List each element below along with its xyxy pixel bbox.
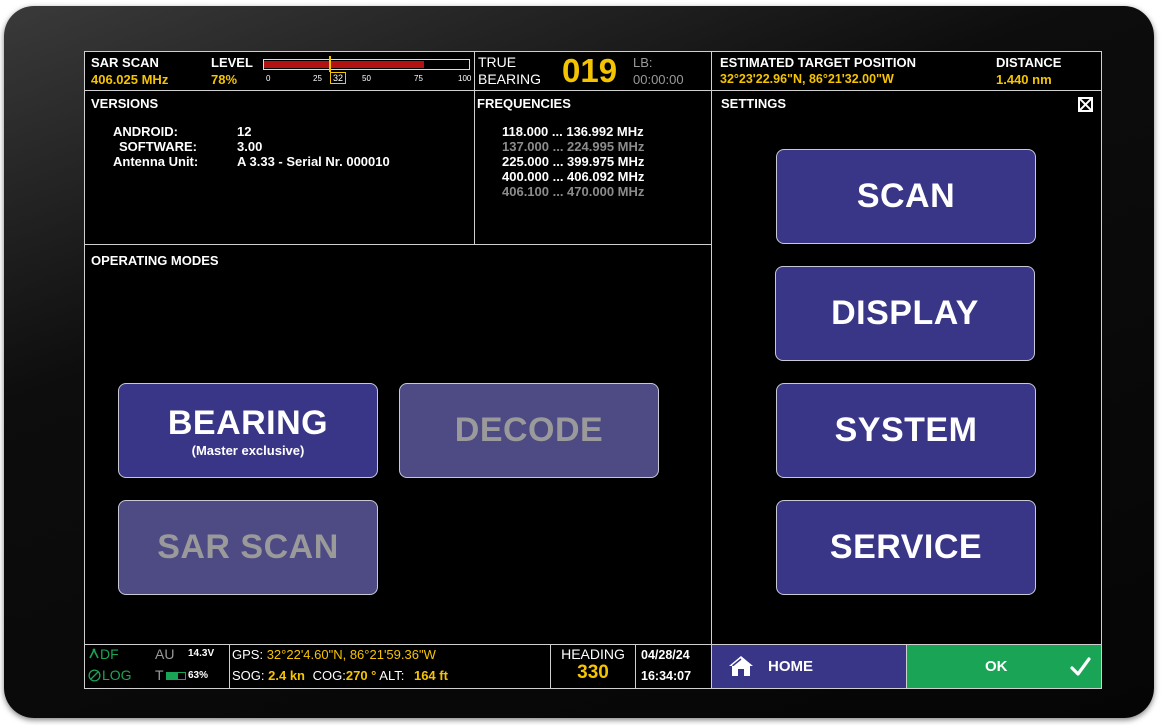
sog-label: SOG: [232,668,265,683]
level-bar-fill [264,61,424,68]
battery-fill [167,673,179,679]
level-tick-25: 25 [313,74,322,83]
gps-value: 32°22'4.60"N, 86°21'59.36"W [266,647,436,662]
alt-value: 164 ft [413,668,448,683]
au-label: AU [155,646,175,662]
frequency-item: 225.000 ... 399.975 MHz [502,154,645,169]
service-settings-button[interactable]: SERVICE [776,500,1036,595]
device-screen: SAR SCAN 406.025 MHz LEVEL 78% 0 25 32 5… [84,51,1102,689]
estimated-target-title: ESTIMATED TARGET POSITION [720,55,916,70]
bearing-mode-label: BEARING [167,403,329,442]
frequencies-title: FREQUENCIES [477,96,571,111]
true-bearing-panel: TRUE BEARING 019 LB: 00:00:00 [474,51,712,91]
log-label: LOG [102,667,132,683]
date-time-panel: 04/28/24 16:34:07 [635,644,712,689]
gps-label: GPS: [232,647,264,662]
sog-value: 2.4 kn [268,668,305,683]
bearing-mode-button[interactable]: BEARING (Master exclusive) [118,383,378,478]
level-marker-box: 32 [330,72,347,84]
home-button[interactable]: HOME [711,644,907,689]
frequency-item: 400.000 ... 406.092 MHz [502,169,645,184]
scan-settings-button[interactable]: SCAN [776,149,1036,244]
settings-panel: SETTINGS SCAN DISPLAY SYSTEM SERVICE [711,90,1102,645]
heading-label: HEADING [561,646,625,662]
versions-panel: VERSIONS ANDROID: 12 SOFTWARE: 3.00 Ante… [84,90,475,245]
lb-label: LB: [633,55,653,70]
tablet-device: SAR SCAN 406.025 MHz LEVEL 78% 0 25 32 5… [4,6,1154,718]
antenna-label: Antenna Unit: [113,154,199,169]
operating-modes-panel: OPERATING MODES BEARING (Master exclusiv… [84,244,712,645]
ok-label: OK [985,658,1008,675]
level-marker-line [329,56,331,72]
antenna-value: A 3.33 - Serial Nr. 000010 [237,154,390,169]
sar-scan-title: SAR SCAN [91,55,159,70]
level-percent: 78% [211,72,238,87]
level-tick-50: 50 [362,74,371,83]
gps-status-panel: GPS: 32°22'4.60"N, 86°21'59.36"W SOG: 2.… [229,644,551,689]
system-settings-button[interactable]: SYSTEM [776,383,1036,478]
versions-title: VERSIONS [91,96,159,111]
sar-scan-frequency: 406.025 MHz [91,72,169,87]
log-off-icon [88,669,101,682]
df-label: DF [100,646,119,662]
settings-title: SETTINGS [721,96,787,111]
battery-icon [166,672,186,680]
distance-label: DISTANCE [996,55,1062,70]
software-value: 3.00 [237,139,263,154]
software-label: SOFTWARE: [119,139,197,154]
sar-scan-level-panel: SAR SCAN 406.025 MHz LEVEL 78% 0 25 32 5… [84,51,475,91]
frequency-list: 118.000 ... 136.992 MHz 137.000 ... 224.… [502,124,644,199]
frequency-item: 118.000 ... 136.992 MHz [502,124,644,139]
frequencies-panel: FREQUENCIES 118.000 ... 136.992 MHz 137.… [474,90,712,245]
cog-label: COG: [312,668,346,683]
home-icon [729,656,753,676]
true-label: TRUE [478,54,517,70]
battery-percent: 63% [188,670,209,681]
bearing-mode-sublabel: (Master exclusive) [191,442,305,458]
date-value: 04/28/24 [641,648,690,662]
level-tick-0: 0 [266,74,271,83]
operating-modes-title: OPERATING MODES [91,253,219,268]
home-label: HOME [768,658,813,675]
estimated-target-panel: ESTIMATED TARGET POSITION 32°23'22.96"N,… [711,51,1102,91]
android-value: 12 [237,124,252,139]
checkmark-icon [1070,657,1091,676]
nav-line: SOG: 2.4 kn COG:270 ° ALT: 164 ft [232,668,448,683]
display-settings-button[interactable]: DISPLAY [775,266,1035,361]
level-tick-75: 75 [414,74,423,83]
level-label: LEVEL [211,55,253,70]
heading-value: 330 [577,662,609,683]
time-value: 16:34:07 [641,669,692,683]
level-tick-100: 100 [458,74,472,83]
cog-value: 270 ° [345,668,377,683]
heading-panel: HEADING 330 [550,644,636,689]
voltage-value: 14.3V [188,648,215,659]
android-label: ANDROID: [113,124,178,139]
estimated-target-coords: 32°23'22.96"N, 86°21'32.00"W [720,72,894,86]
distance-value: 1.440 nm [996,72,1052,87]
bearing-value: 019 [562,52,618,89]
bearing-label: BEARING [478,71,542,87]
ok-button[interactable]: OK [906,644,1102,689]
frequency-item: 137.000 ... 224.995 MHz [502,139,645,154]
decode-mode-button[interactable]: DECODE [399,383,659,478]
frequency-item: 406.100 ... 470.000 MHz [502,184,645,199]
df-antenna-icon [89,648,99,659]
alt-label: ALT: [379,668,405,683]
t-label: T [155,667,164,683]
df-log-status-panel: DF LOG AU 14.3V T 63% [84,644,230,689]
level-bar [263,59,470,70]
gps-line: GPS: 32°22'4.60"N, 86°21'59.36"W [232,647,436,662]
sar-scan-mode-button[interactable]: SAR SCAN [118,500,378,595]
lb-time: 00:00:00 [633,72,684,87]
close-settings-icon[interactable] [1078,97,1093,112]
